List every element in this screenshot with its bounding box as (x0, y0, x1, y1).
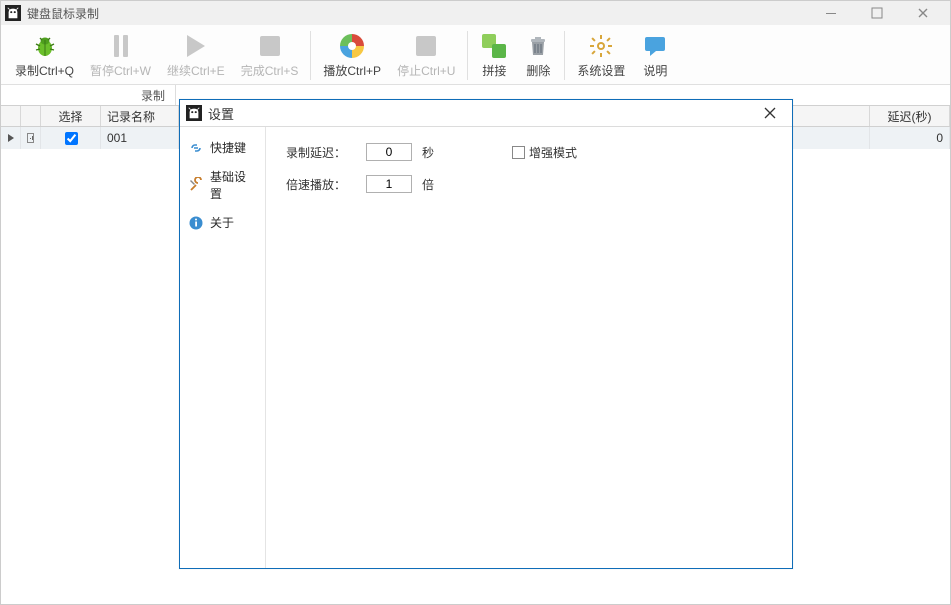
column-name[interactable]: 记录名称 (101, 106, 179, 126)
app-icon (5, 5, 21, 21)
finish-button[interactable]: 完成Ctrl+S (233, 27, 307, 84)
maximize-icon (871, 7, 883, 19)
enhance-label: 增强模式 (529, 144, 577, 161)
speed-play-unit: 倍 (422, 176, 442, 193)
enhance-mode[interactable]: 增强模式 (512, 144, 577, 161)
speed-play-input[interactable] (366, 175, 412, 193)
row-select[interactable] (41, 127, 101, 149)
play-button[interactable]: 播放Ctrl+P (315, 27, 389, 84)
row-delay: 0 (870, 127, 950, 149)
play-icon (182, 32, 210, 60)
separator (310, 31, 311, 80)
settings-button[interactable]: 系统设置 (569, 27, 633, 84)
gear-icon (587, 32, 615, 60)
row-indicator (1, 127, 21, 149)
join-label: 拼接 (482, 62, 506, 79)
resume-label: 继续Ctrl+E (167, 62, 225, 79)
dialog-nav: 快捷键 基础设置 关于 (180, 127, 266, 568)
pause-icon (107, 32, 135, 60)
join-icon (480, 32, 508, 60)
settings-dialog: 设置 快捷键 基础设置 (179, 99, 793, 569)
settings-label: 系统设置 (577, 62, 625, 79)
maximize-button[interactable] (854, 1, 900, 25)
app-icon (186, 105, 202, 121)
speed-play-label: 倍速播放： (286, 176, 356, 193)
dialog-body: 快捷键 基础设置 关于 录制延迟： (180, 126, 792, 568)
row-name: 001 (101, 127, 179, 149)
join-button[interactable]: 拼接 (472, 27, 516, 84)
help-button[interactable]: 说明 (633, 27, 677, 84)
dialog-titlebar: 设置 (180, 100, 792, 126)
nav-shortcuts[interactable]: 快捷键 (180, 133, 265, 162)
nav-about[interactable]: 关于 (180, 208, 265, 237)
record-delay-row: 录制延迟： 秒 增强模式 (286, 143, 772, 161)
stop-label: 停止Ctrl+U (397, 62, 455, 79)
record-delay-unit: 秒 (422, 144, 442, 161)
stop-icon (256, 32, 284, 60)
nav-basic[interactable]: 基础设置 (180, 162, 265, 208)
link-icon (188, 140, 204, 156)
trash-icon (524, 32, 552, 60)
minimize-icon (825, 7, 837, 19)
minimize-button[interactable] (808, 1, 854, 25)
play-label: 播放Ctrl+P (323, 62, 381, 79)
nav-basic-label: 基础设置 (210, 168, 257, 202)
app-title: 键盘鼠标录制 (27, 5, 99, 22)
disc-icon (338, 32, 366, 60)
resume-button[interactable]: 继续Ctrl+E (159, 27, 233, 84)
separator (467, 31, 468, 80)
toolbar: 录制Ctrl+Q 暂停Ctrl+W 继续Ctrl+E 完成Ctrl+S 播放Ct… (1, 25, 950, 85)
enhance-checkbox[interactable] (512, 146, 525, 159)
delete-button[interactable]: 删除 (516, 27, 560, 84)
row-expander[interactable] (21, 127, 41, 149)
row-checkbox[interactable] (65, 132, 78, 145)
nav-about-label: 关于 (210, 214, 234, 231)
record-label: 录制Ctrl+Q (15, 62, 74, 79)
pause-button[interactable]: 暂停Ctrl+W (82, 27, 159, 84)
column-delay[interactable]: 延迟(秒) (870, 106, 950, 126)
separator (564, 31, 565, 80)
tab-record[interactable]: 录制 (131, 85, 176, 105)
speed-play-row: 倍速播放： 倍 (286, 175, 772, 193)
column-expand (21, 106, 41, 126)
help-label: 说明 (643, 62, 667, 79)
close-icon (917, 7, 929, 19)
tools-icon (188, 177, 204, 193)
close-button[interactable] (900, 1, 946, 25)
finish-label: 完成Ctrl+S (241, 62, 299, 79)
record-delay-input[interactable] (366, 143, 412, 161)
help-icon (641, 32, 669, 60)
bug-icon (31, 32, 59, 60)
close-icon (764, 107, 776, 119)
stop-button[interactable]: 停止Ctrl+U (389, 27, 463, 84)
info-icon (188, 215, 204, 231)
record-delay-label: 录制延迟： (286, 144, 356, 161)
delete-label: 删除 (526, 62, 550, 79)
dialog-content: 录制延迟： 秒 增强模式 倍速播放： 倍 (266, 127, 792, 568)
column-select[interactable]: 选择 (41, 106, 101, 126)
plus-icon (27, 133, 34, 143)
titlebar: 键盘鼠标录制 (1, 1, 950, 25)
dialog-title: 设置 (208, 104, 234, 123)
record-button[interactable]: 录制Ctrl+Q (7, 27, 82, 84)
stop-icon (412, 32, 440, 60)
column-indicator (1, 106, 21, 126)
nav-shortcuts-label: 快捷键 (210, 139, 246, 156)
app-window: 键盘鼠标录制 录制Ctrl+Q 暂停Ctrl+W 继续Ctrl+E (0, 0, 951, 605)
row-pointer-icon (7, 133, 14, 143)
pause-label: 暂停Ctrl+W (90, 62, 151, 79)
dialog-close-button[interactable] (754, 101, 786, 125)
